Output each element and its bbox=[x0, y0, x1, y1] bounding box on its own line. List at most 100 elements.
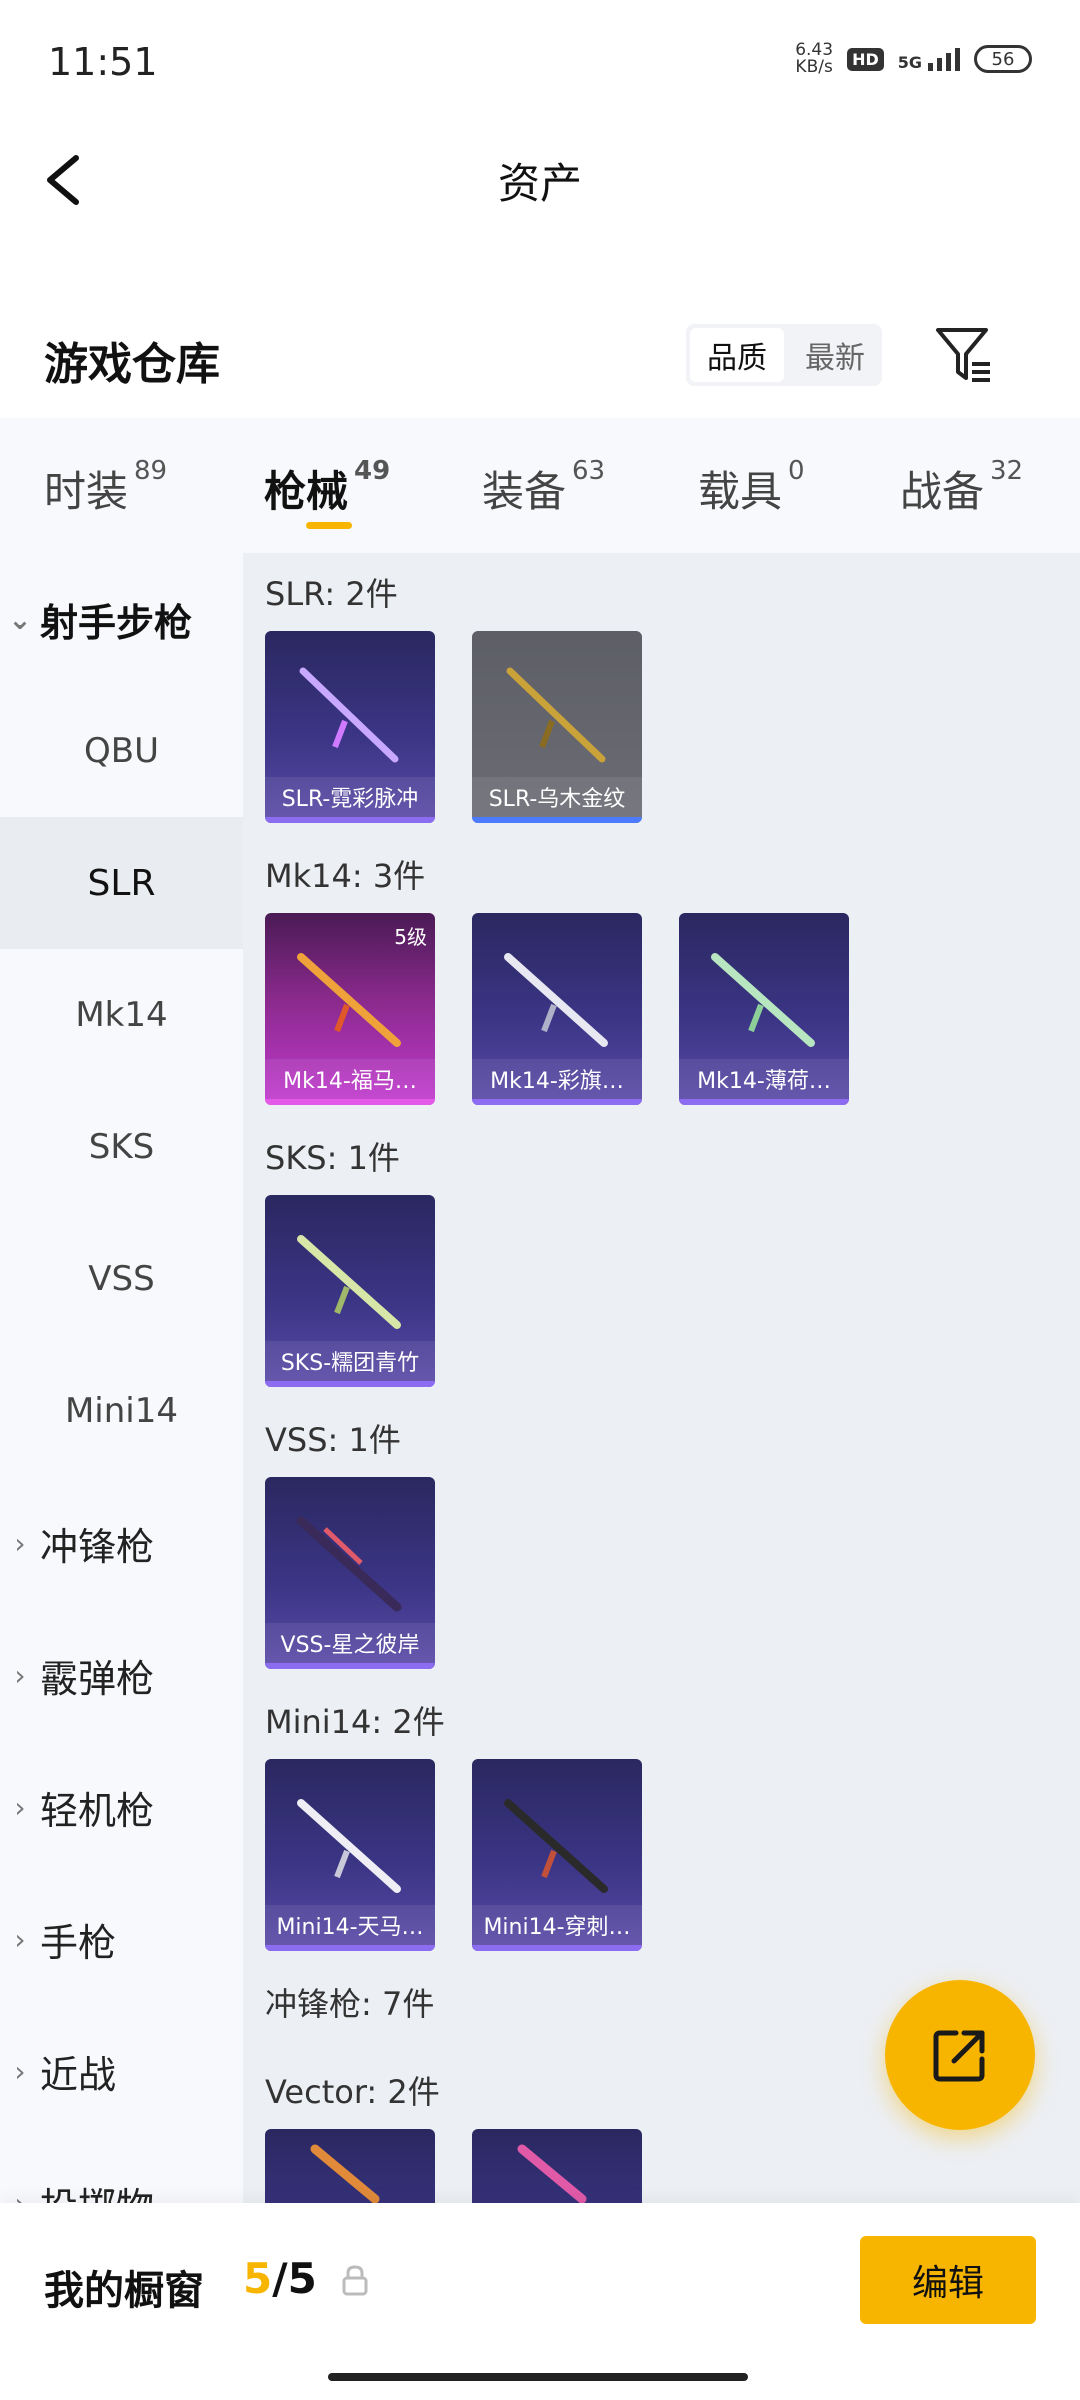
sidebar-item-qbu[interactable]: QBU bbox=[0, 685, 243, 817]
back-arrow-icon[interactable] bbox=[38, 150, 98, 210]
sidebar-group-label: 射手步枪 bbox=[40, 600, 193, 645]
smg-icon bbox=[310, 2144, 380, 2203]
net-speed-unit: KB/s bbox=[795, 57, 833, 77]
sidebar-group-marksman[interactable]: ⌄ 射手步枪 bbox=[0, 553, 243, 685]
sidebar-group-lmg[interactable]: › 轻机枪 bbox=[0, 1741, 243, 1873]
chevron-right-icon: › bbox=[14, 1790, 26, 1824]
sort-toggle[interactable]: 品质 最新 bbox=[686, 324, 882, 386]
rarity-bar bbox=[265, 817, 435, 823]
sidebar-group-melee[interactable]: › 近战 bbox=[0, 2005, 243, 2137]
skin-card[interactable]: Mini14-天马… bbox=[265, 1759, 435, 1951]
weapon-sidebar: ⌄ 射手步枪 QBU SLR Mk14 SKS VSS Mini14 › 冲锋枪… bbox=[0, 553, 243, 2229]
rarity-bar bbox=[265, 1945, 435, 1951]
skin-card[interactable]: SLR-乌木金纹 bbox=[472, 631, 642, 823]
weapon-grid: SLR: 2件 SLR-霓彩脉冲 SLR-乌木金纹 Mk14: 3件 5级 Mk… bbox=[243, 553, 1080, 2203]
chevron-right-icon: › bbox=[14, 2054, 26, 2088]
showcase-title: 我的橱窗 bbox=[44, 2268, 204, 2314]
skin-card[interactable]: VSS-星之彼岸 bbox=[265, 1477, 435, 1669]
rarity-bar bbox=[679, 1099, 849, 1105]
tab-fashion[interactable]: 时装 89 bbox=[44, 456, 168, 519]
skin-name: Mk14-彩旗… bbox=[472, 1059, 642, 1099]
filter-icon[interactable] bbox=[932, 322, 996, 386]
section-title: SLR: 2件 bbox=[265, 575, 398, 613]
skin-name: Mini14-天马… bbox=[265, 1905, 435, 1945]
tab-guns[interactable]: 枪械 49 bbox=[264, 456, 390, 519]
rarity-bar bbox=[472, 817, 642, 823]
tab-vehicles[interactable]: 载具 0 bbox=[698, 456, 805, 519]
share-icon bbox=[933, 2030, 985, 2082]
rarity-bar bbox=[472, 1099, 642, 1105]
sidebar-group-label: 手枪 bbox=[40, 1920, 117, 1965]
sidebar-item-sks[interactable]: SKS bbox=[0, 1081, 243, 1213]
section-title: VSS: 1件 bbox=[265, 1421, 401, 1459]
level-badge: 5级 bbox=[394, 925, 427, 949]
chevron-right-icon: › bbox=[14, 1658, 26, 1692]
hd-badge: HD bbox=[847, 47, 884, 71]
chevron-right-icon: › bbox=[14, 1922, 26, 1956]
skin-name: Mini14-穿刺… bbox=[472, 1905, 642, 1945]
skin-card[interactable]: SKS-糯团青竹 bbox=[265, 1195, 435, 1387]
skin-name: VSS-星之彼岸 bbox=[265, 1623, 435, 1663]
sort-newest[interactable]: 最新 bbox=[788, 324, 882, 386]
tab-count: 63 bbox=[572, 456, 606, 486]
rarity-bar bbox=[265, 1663, 435, 1669]
lock-icon bbox=[340, 2264, 370, 2296]
sidebar-group-smg[interactable]: › 冲锋枪 bbox=[0, 1477, 243, 1609]
tab-label: 时装 bbox=[44, 467, 129, 516]
smg-icon bbox=[517, 2144, 587, 2203]
sidebar-group-label: 轻机枪 bbox=[40, 1788, 155, 1833]
section-title: Mini14: 2件 bbox=[265, 1703, 445, 1741]
skin-name: Mk14-福马… bbox=[265, 1059, 435, 1099]
tab-count: 32 bbox=[990, 456, 1024, 486]
battery-icon: 56 bbox=[974, 45, 1032, 73]
tab-count: 89 bbox=[134, 456, 168, 486]
status-time: 11:51 bbox=[48, 40, 158, 84]
edit-button[interactable]: 编辑 bbox=[860, 2236, 1036, 2324]
section-title: 冲锋枪: 7件 bbox=[265, 1985, 435, 2023]
skin-card[interactable]: SLR-霓彩脉冲 bbox=[265, 631, 435, 823]
skin-card[interactable] bbox=[265, 2129, 435, 2203]
sidebar-item-mini14[interactable]: Mini14 bbox=[0, 1345, 243, 1477]
tab-supplies[interactable]: 战备 32 bbox=[900, 456, 1024, 519]
chevron-right-icon: › bbox=[14, 1526, 26, 1560]
section-title: SKS: 1件 bbox=[265, 1139, 400, 1177]
sort-quality[interactable]: 品质 bbox=[690, 328, 784, 382]
sidebar-item-mk14[interactable]: Mk14 bbox=[0, 949, 243, 1081]
showcase-count: 5/5 bbox=[243, 2254, 317, 2303]
signal-type: 5G bbox=[897, 52, 922, 72]
tab-label: 枪械 bbox=[264, 467, 349, 516]
tab-label: 载具 bbox=[698, 467, 783, 516]
active-tab-indicator bbox=[306, 522, 352, 529]
page-title: 资产 bbox=[497, 159, 582, 208]
sidebar-item-slr[interactable]: SLR bbox=[0, 817, 243, 949]
share-button[interactable] bbox=[885, 1980, 1035, 2130]
sidebar-group-label: 近战 bbox=[40, 2052, 117, 2097]
skin-card[interactable]: Mk14-彩旗… bbox=[472, 913, 642, 1105]
rarity-bar bbox=[265, 1381, 435, 1387]
tab-label: 装备 bbox=[482, 467, 567, 516]
skin-name: SLR-乌木金纹 bbox=[472, 777, 642, 817]
section-title: Vector: 2件 bbox=[265, 2073, 440, 2111]
tab-count: 0 bbox=[788, 456, 805, 486]
tab-label: 战备 bbox=[900, 467, 985, 516]
rarity-bar bbox=[265, 1099, 435, 1105]
home-indicator[interactable] bbox=[328, 2373, 748, 2381]
sidebar-group-label: 霰弹枪 bbox=[40, 1656, 155, 1701]
skin-name: Mk14-薄荷… bbox=[679, 1059, 849, 1099]
tab-equipment[interactable]: 装备 63 bbox=[482, 456, 606, 519]
sidebar-group-pistol[interactable]: › 手枪 bbox=[0, 1873, 243, 2005]
rarity-bar bbox=[472, 1945, 642, 1951]
showcase-current: 5 bbox=[243, 2254, 273, 2303]
chevron-down-icon: ⌄ bbox=[8, 602, 32, 636]
showcase-total: 5 bbox=[287, 2254, 317, 2303]
sidebar-group-shotgun[interactable]: › 霰弹枪 bbox=[0, 1609, 243, 1741]
skin-card[interactable] bbox=[472, 2129, 642, 2203]
warehouse-title: 游戏仓库 bbox=[44, 339, 220, 390]
skin-card[interactable]: Mini14-穿刺… bbox=[472, 1759, 642, 1951]
skin-name: SKS-糯团青竹 bbox=[265, 1341, 435, 1381]
skin-card[interactable]: 5级 Mk14-福马… bbox=[265, 913, 435, 1105]
skin-card[interactable]: Mk14-薄荷… bbox=[679, 913, 849, 1105]
net-speed: 6.43 KB/s bbox=[795, 42, 833, 76]
section-title: Mk14: 3件 bbox=[265, 857, 426, 895]
sidebar-item-vss[interactable]: VSS bbox=[0, 1213, 243, 1345]
